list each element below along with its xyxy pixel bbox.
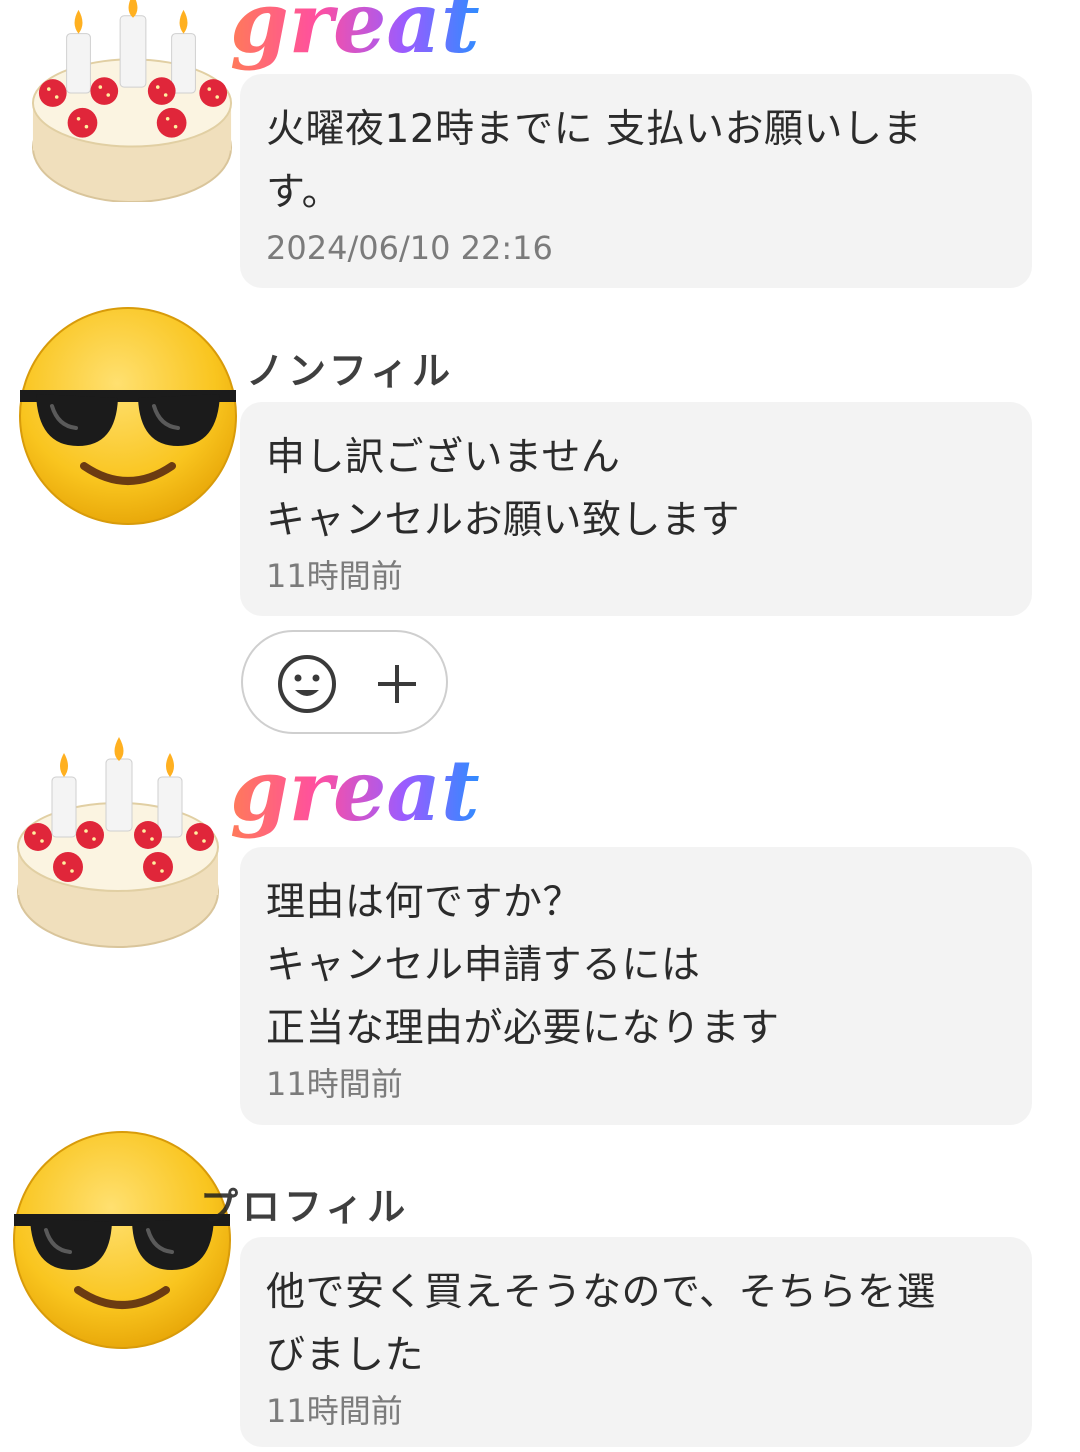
message-text: 火曜夜12時までに 支払いお願いしま す。 bbox=[266, 107, 923, 215]
great-sticker: great bbox=[222, 730, 492, 850]
birthday-cake-icon[interactable] bbox=[22, 0, 244, 203]
great-sticker-text: great bbox=[230, 0, 480, 72]
message-bubble[interactable]: 他で安く買えそうなので、そちらを選 びました 11時間前 bbox=[240, 1237, 1032, 1447]
message-timestamp: 11時間前 bbox=[266, 1392, 403, 1430]
message-timestamp: 2024/06/10 22:16 bbox=[266, 229, 553, 267]
sunglasses-face-icon[interactable] bbox=[18, 306, 240, 528]
sender-name: ノンフィル bbox=[246, 349, 455, 393]
message-timestamp: 11時間前 bbox=[266, 1065, 403, 1103]
message-text: 申し訳ございません キャンセルお願い致します bbox=[266, 435, 741, 543]
great-sticker: great bbox=[222, 0, 492, 80]
smiley-icon[interactable] bbox=[277, 654, 337, 714]
message-bubble[interactable]: 理由は何ですか？ キャンセル申請するには 正当な理由が必要になります 11時間前 bbox=[240, 847, 1032, 1125]
message-bubble[interactable]: 申し訳ございません キャンセルお願い致します 11時間前 bbox=[240, 402, 1032, 616]
message-bubble[interactable]: 火曜夜12時までに 支払いお願いしま す。 2024/06/10 22:16 bbox=[240, 74, 1032, 288]
message-timestamp: 11時間前 bbox=[266, 557, 403, 595]
plus-icon[interactable] bbox=[375, 662, 419, 706]
birthday-cake-icon[interactable] bbox=[8, 730, 230, 952]
message-text: 他で安く買えそうなので、そちらを選 びました bbox=[266, 1270, 936, 1378]
sunglasses-face-icon[interactable] bbox=[12, 1130, 234, 1352]
great-sticker-text: great bbox=[230, 741, 480, 840]
sender-name: プロフィル bbox=[200, 1185, 410, 1229]
reaction-bar bbox=[241, 630, 448, 734]
message-text: 理由は何ですか？ キャンセル申請するには 正当な理由が必要になります bbox=[266, 880, 780, 1051]
